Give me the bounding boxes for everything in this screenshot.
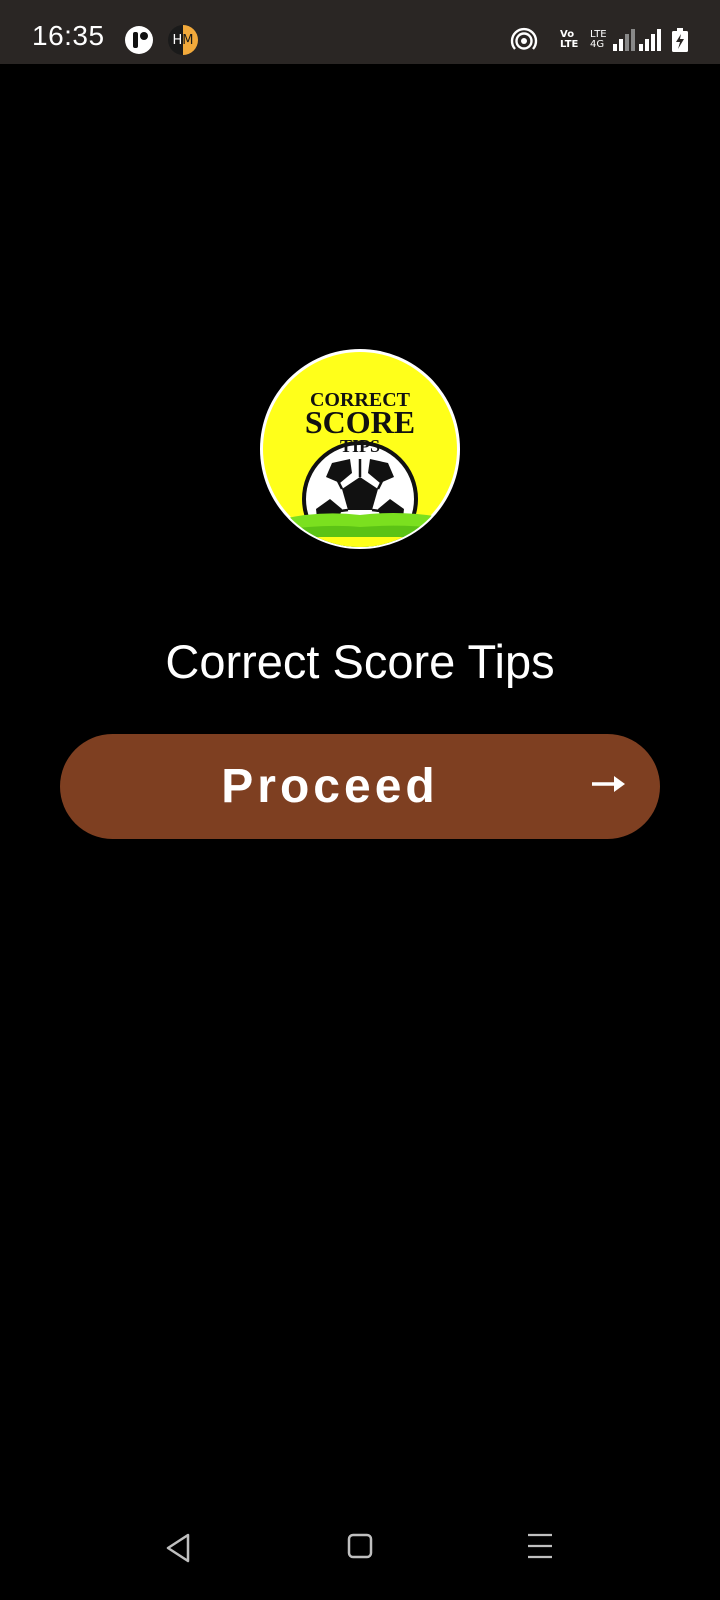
hm-badge-right: M	[182, 32, 194, 48]
battery-charging-icon	[672, 28, 688, 52]
arrow-right-icon	[592, 776, 625, 792]
back-icon[interactable]	[164, 1532, 192, 1564]
hm-badge-left: H	[172, 32, 183, 48]
signal-icon	[639, 29, 661, 51]
recents-icon[interactable]	[527, 1532, 553, 1560]
logo-text-score: SCORE	[305, 404, 415, 440]
lte-icon: LTE 4G	[590, 30, 607, 50]
status-bar: 16:35 HM Vo LTE LTE 4G	[0, 0, 720, 64]
volte-icon: Vo LTE	[560, 30, 578, 50]
app-notification-icon	[125, 26, 153, 54]
navigation-bar	[0, 1520, 720, 1590]
hotspot-icon	[510, 27, 538, 50]
hm-app-icon: HM	[168, 25, 198, 55]
app-title: Correct Score Tips	[165, 635, 555, 688]
signal-icon	[613, 29, 635, 51]
status-time: 16:35	[32, 20, 105, 51]
app-logo: CORRECT SCORE TIPS	[260, 349, 460, 549]
volte-line2: LTE	[560, 39, 579, 50]
home-icon[interactable]	[347, 1533, 373, 1559]
logo-text-tips: TIPS	[340, 436, 380, 456]
proceed-button[interactable]: Proceed	[60, 734, 660, 839]
proceed-button-label: Proceed	[221, 760, 439, 813]
lte-line2: 4G	[590, 39, 605, 50]
